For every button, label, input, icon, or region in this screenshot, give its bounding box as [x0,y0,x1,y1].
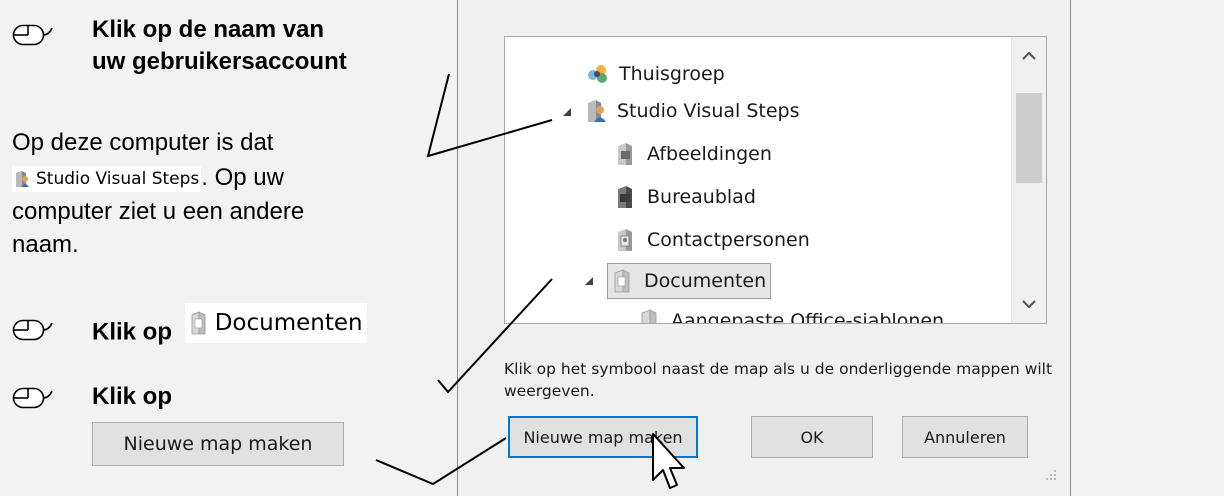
callout-lines [375,73,553,486]
callout-line-user-account [426,73,553,158]
callout-line-documenten [437,278,553,394]
callout-line-new-folder [375,437,507,486]
